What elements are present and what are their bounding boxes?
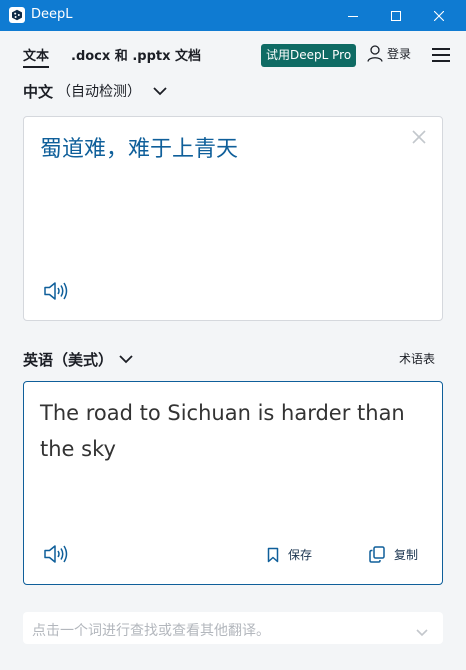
target-text-panel[interactable]: The road to Sichuan is harder than the s… xyxy=(23,381,443,585)
maximize-icon xyxy=(391,10,401,21)
copy-icon xyxy=(369,546,385,563)
source-language-selector[interactable]: 中文 （自动检测） xyxy=(23,79,167,103)
target-language-selector[interactable]: 英语（美式） xyxy=(23,347,133,371)
save-button[interactable]: 保存 xyxy=(267,546,312,563)
app-title: DeepL xyxy=(31,7,73,22)
close-icon xyxy=(434,10,444,21)
clear-icon[interactable] xyxy=(412,129,428,145)
chevron-down-icon xyxy=(153,86,167,96)
login-button[interactable]: 登录 xyxy=(367,45,411,62)
title-bar: DeepL xyxy=(0,0,466,31)
maximize-button[interactable] xyxy=(373,0,419,31)
copy-label: 复制 xyxy=(394,548,419,562)
chevron-down-icon xyxy=(119,354,133,364)
auto-detect-label: （自动检测） xyxy=(57,84,142,100)
source-text-panel[interactable]: 蜀道难，难于上青天 xyxy=(23,116,443,321)
copy-button[interactable]: 复制 xyxy=(369,546,418,563)
header-bar: 文本 .docx 和 .pptx 文档 试用DeepL Pro 登录 xyxy=(0,31,466,77)
source-language-name: 中文 xyxy=(23,82,54,101)
deepl-logo-icon xyxy=(9,7,25,23)
speaker-icon[interactable] xyxy=(43,543,69,565)
minimize-button[interactable] xyxy=(330,0,376,31)
tab-text[interactable]: 文本 xyxy=(23,45,50,68)
dictionary-hint-text: 点击一个词进行查找或查看其他翻译。 xyxy=(32,623,270,639)
chevron-down-icon[interactable] xyxy=(416,622,428,641)
glossary-link[interactable]: 术语表 xyxy=(399,350,435,367)
user-icon xyxy=(367,45,383,62)
translated-text[interactable]: The road to Sichuan is harder than the s… xyxy=(40,395,430,467)
dictionary-hint-bar[interactable]: 点击一个词进行查找或查看其他翻译。 xyxy=(23,612,443,644)
login-label: 登录 xyxy=(387,47,412,61)
bookmark-icon xyxy=(267,547,279,562)
speaker-icon[interactable] xyxy=(43,280,69,302)
source-text[interactable]: 蜀道难，难于上青天 xyxy=(40,131,238,163)
tab-documents[interactable]: .docx 和 .pptx 文档 xyxy=(71,45,201,64)
close-window-button[interactable] xyxy=(416,0,462,31)
hamburger-menu-icon[interactable] xyxy=(432,48,450,62)
try-pro-button[interactable]: 试用DeepL Pro xyxy=(261,44,357,67)
minimize-icon xyxy=(348,15,358,17)
target-language-name: 英语（美式） xyxy=(23,350,114,369)
save-label: 保存 xyxy=(288,548,313,562)
